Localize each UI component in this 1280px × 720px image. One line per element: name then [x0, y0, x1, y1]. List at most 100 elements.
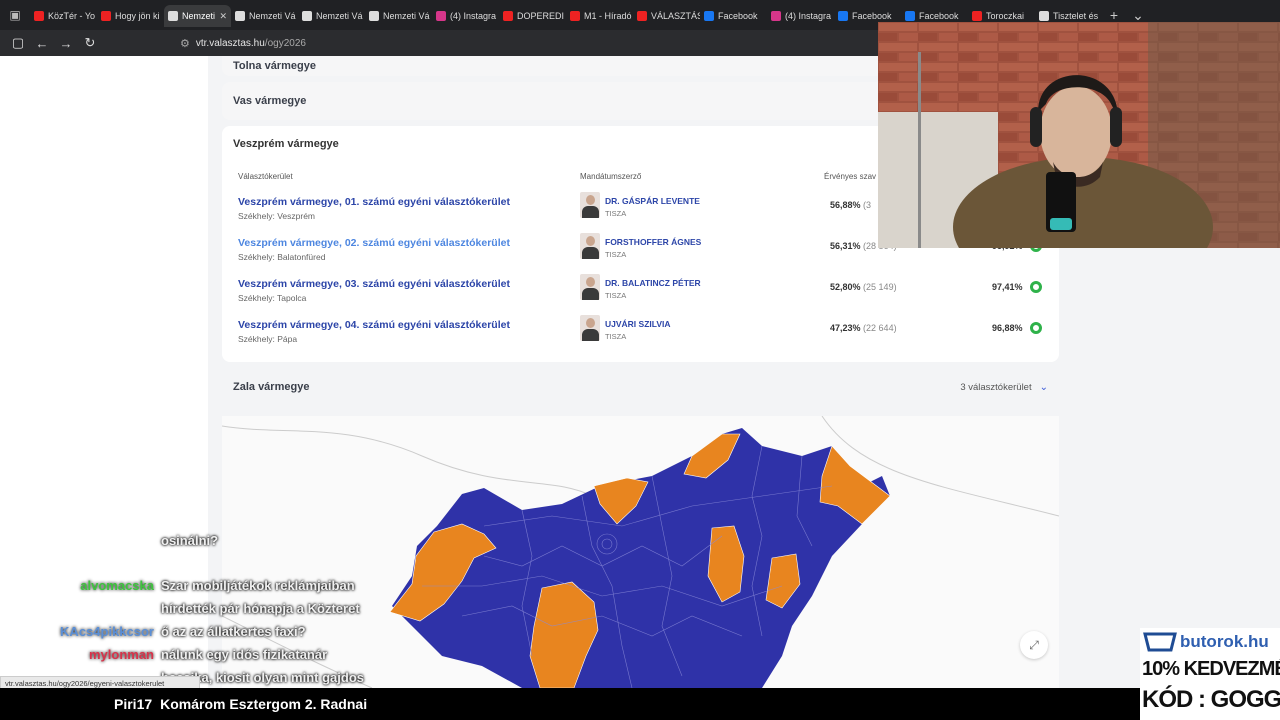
tab-label: Hogy jön ki [115, 11, 160, 21]
tab-label: VÁLASZTÁS [651, 11, 700, 21]
tab-favicon-icon [1039, 11, 1049, 21]
winner-name[interactable]: DR. GÁSPÁR LEVENTE [605, 196, 700, 206]
browser-tab[interactable]: Nemzeti ✕ [164, 5, 231, 27]
browser-tab[interactable]: Facebook [700, 5, 767, 27]
sidebar-toggle-icon[interactable]: ▢ [6, 35, 30, 51]
browser-tab[interactable]: DOPEREDI [499, 5, 566, 27]
district-seat: Székhely: Tapolca [238, 293, 307, 303]
processed-pct: 97,41% [992, 282, 1023, 292]
tab-favicon-icon [838, 11, 848, 21]
candidate-photo [580, 274, 600, 300]
reload-button[interactable]: ↻ [78, 35, 102, 51]
county-name: Tolna vármegye [233, 60, 316, 72]
vote-pct: 47,23% [830, 323, 861, 333]
winner-party: TISZA [605, 250, 627, 259]
chat-username: alvomacska [80, 578, 154, 593]
tab-favicon-icon [302, 11, 312, 21]
winner-name[interactable]: UJVÁRI SZILVIA [605, 319, 671, 329]
forward-button[interactable]: → [54, 36, 78, 51]
close-icon[interactable]: ✕ [219, 11, 227, 22]
promo-code: KÓD : GOGGER [1142, 686, 1280, 713]
tab-label: Tisztelet és [1053, 11, 1099, 21]
tab-label: DOPEREDI [517, 11, 565, 21]
winner-party: TISZA [605, 332, 627, 341]
site-info-icon[interactable]: ⚙ [180, 37, 190, 50]
col-header-district: Választókerület [238, 172, 293, 181]
panel-title[interactable]: Veszprém vármegye [233, 138, 339, 150]
district-link[interactable]: Veszprém vármegye, 03. számú egyéni vála… [238, 278, 510, 290]
county-row-zala[interactable]: Zala vármegye 3 választókerület ⌄ [222, 368, 1059, 406]
chat-message: nálunk egy idős fizikatanár [161, 647, 328, 662]
url-path: /ogy2026 [264, 37, 306, 49]
new-tab-button[interactable]: + [1102, 7, 1126, 23]
district-row: Veszprém vármegye, 03. számú egyéni vála… [222, 274, 1059, 319]
vote-pct: 56,31% [830, 241, 861, 251]
tab-favicon-icon [771, 11, 781, 21]
candidate-photo [580, 233, 600, 259]
chat-message: hírdették pár hónapja a Közteret [161, 601, 360, 616]
promo-discount: 10% KEDVEZMÉNY [1142, 658, 1280, 680]
browser-tab[interactable]: (4) Instagra [767, 5, 834, 27]
vote-share: 56,88% (3 [830, 200, 871, 210]
district-count: 3 választókerület ⌄ [960, 382, 1048, 393]
vote-count: (3 [863, 200, 872, 210]
county-name: Vas vármegye [233, 95, 307, 107]
candidate-photo [580, 192, 600, 218]
browser-tab[interactable]: Hogy jön ki [97, 5, 164, 27]
district-seat: Székhely: Balatonfüred [238, 252, 326, 262]
browser-tab[interactable]: VÁLASZTÁS [633, 5, 700, 27]
vote-count: (25 149) [863, 282, 897, 292]
processed-pct: 96,88% [992, 323, 1023, 333]
tab-favicon-icon [637, 11, 647, 21]
chat-username: mylonman [88, 647, 154, 662]
district-count-label: 3 választókerület [960, 381, 1032, 393]
chat-username: KAcs4pikkcsor [60, 624, 154, 639]
webcam-feed [878, 22, 1280, 248]
browser-tab[interactable]: Nemzeti Vá [365, 5, 432, 27]
vote-share: 47,23% (22 644) [830, 323, 897, 333]
tab-favicon-icon [34, 11, 44, 21]
url-field[interactable]: ⚙ vtr.valasztas.hu/ogy2026 [180, 34, 880, 52]
bottom-ticker: Piri17 Komárom Esztergom 2. Radnai [0, 688, 1280, 720]
tab-favicon-icon [168, 11, 178, 21]
tab-label: Facebook [919, 11, 959, 21]
tab-favicon-icon [570, 11, 580, 21]
tab-list-chevron-icon[interactable]: ⌄ [1126, 7, 1150, 24]
tab-actions-icon[interactable]: ▣ [0, 0, 30, 30]
winner-name[interactable]: FORSTHOFFER ÁGNES [605, 237, 701, 247]
tab-favicon-icon [101, 11, 111, 21]
chat-message: ő az az állatkertes faxi? [161, 624, 306, 639]
browser-tab[interactable]: Nemzeti Vá [231, 5, 298, 27]
tab-favicon-icon [369, 11, 379, 21]
tab-label: KözTér - Yo [48, 11, 96, 21]
district-seat: Székhely: Pápa [238, 334, 298, 344]
district-link[interactable]: Veszprém vármegye, 01. számú egyéni vála… [238, 196, 510, 208]
vote-count: (22 644) [863, 323, 897, 333]
county-name: Zala vármegye [233, 381, 310, 393]
sofa-logo-icon [1143, 632, 1177, 652]
tab-label: Nemzeti Vá [383, 11, 430, 21]
ticker-user: Piri17 [114, 696, 153, 712]
map-fullscreen-button[interactable]: ⤢ [1020, 631, 1048, 659]
back-button[interactable]: ← [30, 36, 54, 51]
tab-label: (4) Instagra [785, 11, 832, 21]
chevron-down-icon[interactable]: ⌄ [1040, 382, 1048, 393]
tab-favicon-icon [436, 11, 446, 21]
district-link[interactable]: Veszprém vármegye, 02. számú egyéni vála… [238, 237, 510, 249]
tab-favicon-icon [972, 11, 982, 21]
browser-tab[interactable]: KözTér - Yo [30, 5, 97, 27]
winner-party: TISZA [605, 209, 627, 218]
tab-label: Nemzeti Vá [249, 11, 296, 21]
promo-brand: butorok.hu [1180, 632, 1269, 651]
stream-chat-overlay: osinálni? alvomacska Szar mobiljátékok rek… [0, 530, 420, 690]
ticker-message: Komárom Esztergom 2. Radnai [160, 696, 368, 712]
browser-tab[interactable]: (4) Instagra [432, 5, 499, 27]
col-header-winner: Mandátumszerző [580, 172, 642, 181]
vote-pct: 56,88% [830, 200, 861, 210]
candidate-photo [580, 315, 600, 341]
browser-tab[interactable]: M1 - Híradó [566, 5, 633, 27]
winner-name[interactable]: DR. BALATINCZ PÉTER [605, 278, 701, 288]
tab-label: Facebook [718, 11, 758, 21]
browser-tab[interactable]: Nemzeti Vá [298, 5, 365, 27]
district-link[interactable]: Veszprém vármegye, 04. számú egyéni vála… [238, 319, 510, 331]
